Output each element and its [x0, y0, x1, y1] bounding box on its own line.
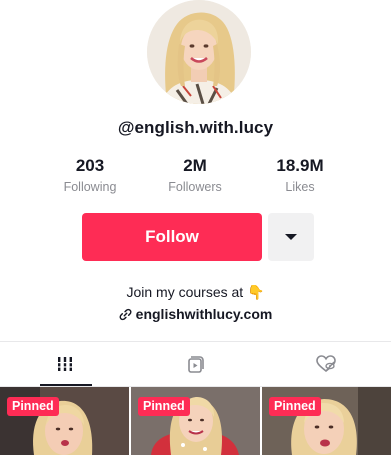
tab-reposts[interactable] — [130, 342, 260, 386]
video-grid: Pinned Pinned Pinned — [0, 387, 391, 455]
caret-down-icon — [285, 234, 297, 240]
follow-button-label: Follow — [145, 227, 199, 246]
tab-videos[interactable] — [0, 342, 130, 386]
stat-following-count: 203 — [75, 156, 105, 175]
profile-stats: 203 Following 2M Followers 18.9M Likes — [40, 156, 350, 198]
stat-likes-label: Likes — [285, 180, 315, 194]
grid-icon — [56, 357, 74, 371]
pinned-badge: Pinned — [7, 397, 59, 416]
stat-followers[interactable]: 2M Followers — [145, 156, 245, 196]
profile-avatar[interactable] — [147, 0, 251, 104]
profile-tabs — [0, 342, 391, 386]
more-options-button[interactable] — [268, 213, 314, 261]
follow-button[interactable]: Follow — [82, 213, 262, 261]
stat-likes-count: 18.9M — [276, 156, 324, 175]
video-thumbnail[interactable]: Pinned — [0, 387, 129, 455]
bio-text: Join my courses at — [126, 284, 244, 300]
liked-icon — [316, 355, 336, 373]
pinned-badge: Pinned — [269, 397, 321, 416]
video-thumbnail[interactable]: Pinned — [131, 387, 260, 455]
bio-text-line: Join my courses at 👇 — [0, 281, 391, 303]
profile-username: @english.with.lucy — [117, 118, 274, 137]
stat-following[interactable]: 203 Following — [40, 156, 140, 196]
avatar-photo — [147, 0, 251, 104]
pinned-badge: Pinned — [138, 397, 190, 416]
stat-followers-count: 2M — [183, 156, 207, 175]
stat-likes[interactable]: 18.9M Likes — [250, 156, 350, 196]
repost-icon — [188, 356, 204, 373]
link-icon — [119, 308, 132, 320]
pointing-down-emoji: 👇 — [247, 284, 265, 300]
bio-link-text: englishwithlucy.com — [135, 306, 273, 322]
profile-bio: Join my courses at 👇 englishwithlucy.com — [0, 281, 391, 327]
stat-following-label: Following — [63, 180, 117, 194]
bio-link-line: englishwithlucy.com — [0, 303, 391, 327]
stat-followers-label: Followers — [168, 180, 222, 194]
bio-link[interactable]: englishwithlucy.com — [119, 303, 273, 325]
tab-liked[interactable] — [261, 342, 391, 386]
video-thumbnail[interactable]: Pinned — [262, 387, 391, 455]
